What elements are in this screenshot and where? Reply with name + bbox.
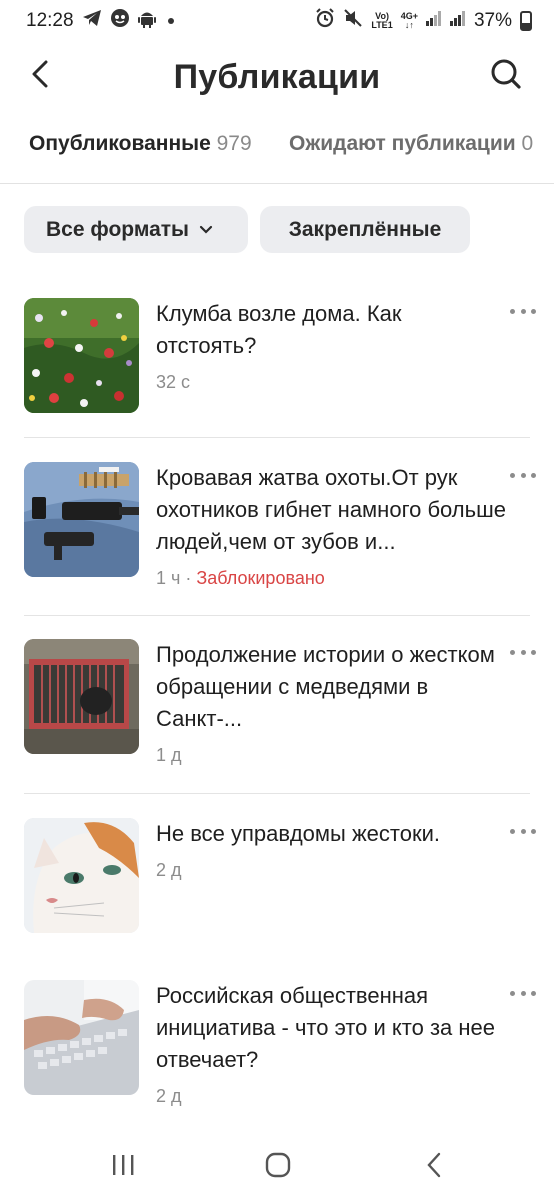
battery-percent: 37% — [473, 10, 512, 31]
post-title: Продолжение истории о жестком обращении … — [156, 642, 495, 731]
meta-separator: · — [185, 568, 197, 588]
volte-bottom-label: LTE1 — [371, 20, 393, 30]
recent-apps-icon — [111, 1154, 135, 1181]
volte-indicator: Vo) LTE1 — [371, 12, 392, 30]
mute-icon — [343, 8, 363, 34]
post-time: 1 ч — [156, 568, 181, 588]
post-thumbnail-cat — [24, 818, 139, 933]
list-item[interactable]: Клумба возле дома. Как отстоять? 32 с — [0, 298, 554, 436]
more-dot-icon — [531, 828, 536, 834]
more-dot-icon — [520, 308, 526, 314]
post-thumbnail-keyboard — [24, 980, 139, 1095]
post-time: 32 с — [156, 372, 191, 392]
more-dot-icon — [531, 649, 536, 655]
status-bar: 12:28 Vo) LTE1 4G+ ↓↑ 37% — [0, 0, 554, 42]
post-title: Кровавая жатва охоты.От рук охотников ги… — [156, 465, 506, 554]
recent-apps-button[interactable] — [103, 1150, 143, 1184]
list-item[interactable]: Не все управдомы жестоки. 2 д — [0, 818, 554, 958]
publication-tabs: Опубликованные 979 Ожидают публикации 0 — [0, 120, 554, 184]
post-thumbnail-hunting — [24, 462, 139, 577]
post-thumbnail-flowers — [24, 298, 139, 413]
more-dot-icon — [520, 472, 526, 478]
post-meta: 1 д — [156, 745, 182, 766]
android-icon — [137, 8, 156, 34]
post-title: Не все управдомы жестоки. — [156, 821, 441, 846]
chevron-left-icon — [426, 1152, 442, 1183]
tab-published[interactable]: Опубликованные 979 — [29, 132, 252, 156]
more-dot-icon — [520, 828, 526, 834]
chevron-down-icon — [199, 225, 213, 235]
post-time: 2 д — [156, 1086, 182, 1106]
app-header: Публикации — [0, 42, 554, 118]
alarm-icon — [315, 8, 335, 34]
more-dot-icon — [510, 649, 515, 655]
signal-icon-2 — [449, 10, 466, 32]
more-dot-icon — [510, 828, 515, 834]
post-meta: 2 д — [156, 860, 182, 881]
app-notification-icon — [110, 8, 130, 34]
tab-pending-count: 0 — [521, 132, 534, 155]
post-status-blocked: Заблокировано — [196, 568, 325, 588]
more-options-button[interactable] — [510, 824, 536, 838]
more-dot-icon — [520, 649, 526, 655]
network-arrows-label: ↓↑ — [404, 20, 414, 30]
more-dot-icon — [531, 472, 536, 478]
post-meta: 1 ч · Заблокировано — [156, 568, 325, 589]
more-options-button[interactable] — [510, 304, 536, 318]
more-dot-icon — [531, 308, 536, 314]
post-thumbnail-bear-cage — [24, 639, 139, 754]
all-formats-label: Все форматы — [46, 217, 189, 241]
network-type-indicator: 4G+ ↓↑ — [401, 12, 418, 30]
tab-published-count: 979 — [216, 132, 252, 155]
home-icon — [265, 1152, 291, 1183]
post-meta: 2 д — [156, 1086, 182, 1107]
telegram-icon — [82, 9, 102, 33]
more-options-button[interactable] — [510, 468, 536, 482]
search-icon — [490, 58, 522, 95]
system-back-button[interactable] — [414, 1150, 454, 1184]
pinned-filter[interactable]: Закреплённые — [260, 206, 470, 253]
more-dot-icon — [531, 990, 536, 996]
list-divider — [24, 793, 530, 794]
system-nav-bar — [0, 1134, 554, 1200]
more-dot-icon — [510, 308, 515, 314]
list-divider — [24, 437, 530, 438]
post-meta: 32 с — [156, 372, 190, 393]
more-options-button[interactable] — [510, 645, 536, 659]
post-title: Российская общественная инициатива - что… — [156, 983, 496, 1072]
all-formats-filter[interactable]: Все форматы — [24, 206, 248, 253]
post-title: Клумба возле дома. Как отстоять? — [156, 301, 402, 358]
page-title: Публикации — [173, 58, 381, 96]
more-dot-icon — [520, 990, 526, 996]
list-divider — [24, 615, 530, 616]
tab-published-label: Опубликованные — [29, 132, 211, 155]
search-button[interactable] — [486, 56, 526, 96]
tab-pending[interactable]: Ожидают публикации 0 — [289, 132, 533, 156]
battery-level-fill — [522, 23, 530, 29]
signal-icon — [425, 10, 442, 32]
tab-pending-label: Ожидают публикации — [289, 132, 516, 155]
battery-icon — [520, 11, 532, 31]
post-time: 2 д — [156, 860, 182, 880]
pinned-label: Закреплённые — [288, 217, 442, 241]
more-options-button[interactable] — [510, 986, 536, 1000]
notification-dot-icon — [167, 18, 174, 24]
more-dot-icon — [510, 990, 515, 996]
status-time: 12:28 — [26, 10, 74, 31]
more-dot-icon — [510, 472, 515, 478]
post-time: 1 д — [156, 745, 182, 765]
list-item[interactable]: Кровавая жатва охоты.От рук охотников ги… — [0, 462, 554, 612]
list-item[interactable]: Продолжение истории о жестком обращении … — [0, 639, 554, 789]
list-item[interactable]: Российская общественная инициатива - что… — [0, 980, 554, 1115]
home-button[interactable] — [258, 1150, 298, 1184]
